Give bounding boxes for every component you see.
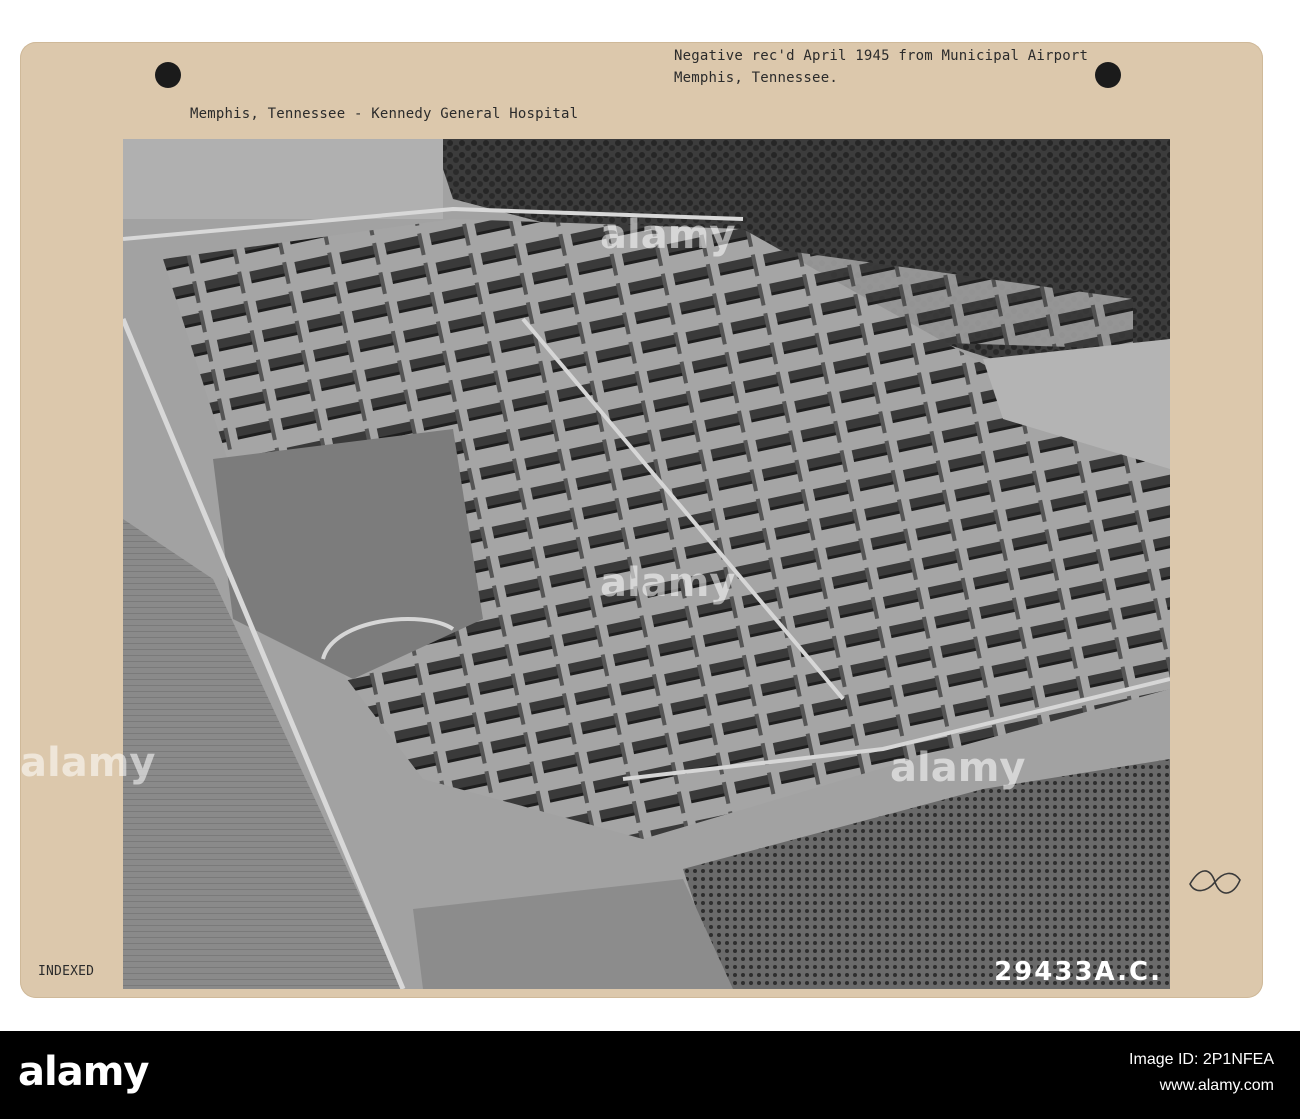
punch-hole-left bbox=[155, 62, 181, 88]
negative-annotation: Negative rec'd April 1945 from Municipal… bbox=[674, 48, 1089, 64]
watermark-top: alamy bbox=[600, 212, 736, 258]
handwritten-mark bbox=[1185, 862, 1245, 906]
watermark-center: alamy bbox=[600, 560, 736, 606]
negative-annotation-line2: Memphis, Tennessee. bbox=[674, 70, 838, 86]
watermark-bottom-right: alamy bbox=[890, 745, 1026, 791]
punch-hole-right bbox=[1095, 62, 1121, 88]
site-url[interactable]: www.alamy.com bbox=[1160, 1077, 1274, 1095]
photo-caption: Memphis, Tennessee - Kennedy General Hos… bbox=[190, 106, 579, 122]
negative-number: 29433A.C. bbox=[994, 957, 1162, 987]
image-id-label: Image ID: 2P1NFEA bbox=[1129, 1051, 1274, 1068]
footer-bar: alamy Image ID: 2P1NFEA www.alamy.com bbox=[0, 1031, 1300, 1119]
brand-logo: alamy bbox=[18, 1049, 149, 1095]
watermark-bottom-left: alamy bbox=[20, 740, 156, 786]
indexed-stamp: INDEXED bbox=[38, 964, 95, 979]
